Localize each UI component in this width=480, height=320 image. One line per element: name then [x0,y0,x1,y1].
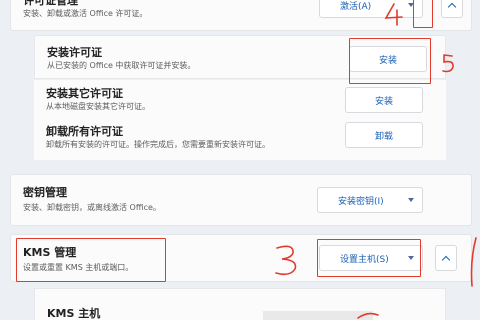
set-host-dropdown[interactable]: 设置主机(S) [319,245,423,271]
kms-host-card: KMS 主机 [34,288,446,320]
chevron-up-icon [447,2,457,11]
uninstall-all-license-card: 卸载所有许可证 卸载所有安装的许可证。操作完成后，您需要重新安装许可证。 卸载 [34,118,446,160]
section-title: 许可证管理 [23,0,78,7]
activate-dropdown-label: 激活(A) [340,1,372,12]
key-management-section: 密钥管理 安装、卸载密钥，或离线激活 Office。 安装密钥(I) [10,174,472,226]
activate-dropdown[interactable]: 激活(A) [319,0,423,18]
chevron-down-icon [408,198,414,202]
key-management-title: 密钥管理 [23,186,67,199]
install-other-license-card: 安装其它许可证 从本地磁盘安装其它许可证。 安装 [34,80,446,118]
collapse-button[interactable] [441,0,463,18]
install-license-button[interactable]: 安装 [349,46,427,72]
kms-collapse-button[interactable] [435,245,457,271]
uninstall-all-license-description: 卸载所有安装的许可证。操作完成后，您需要重新安装许可证。 [46,140,270,149]
install-key-dropdown[interactable]: 安装密钥(I) [317,187,423,213]
kms-management-title: KMS 管理 [23,246,77,259]
kms-management-description: 设置或重置 KMS 主机或端口。 [23,263,134,272]
handwritten-mark-4 [384,3,403,26]
handwritten-mark-5 [442,54,454,73]
handwritten-mark-bottom [357,312,379,319]
handwritten-mark-3 [275,245,297,276]
install-key-dropdown-label: 安装密钥(I) [338,196,384,207]
install-license-title: 安装许可证 [47,46,102,59]
install-license-button-label: 安装 [378,55,397,66]
uninstall-all-license-button[interactable]: 卸载 [345,122,423,148]
chevron-up-icon [441,255,451,264]
install-other-license-button[interactable]: 安装 [345,87,423,113]
uninstall-all-license-title: 卸载所有许可证 [46,125,123,138]
chevron-down-icon [408,3,414,7]
key-management-description: 安装、卸载密钥，或离线激活 Office。 [23,203,161,212]
section-description: 安装、卸载或激活 Office 许可证。 [23,9,148,18]
install-license-card: 安装许可证 从已安装的 Office 中获取许可证并安装。 安装 [34,35,446,79]
kms-management-section: KMS 管理 设置或重置 KMS 主机或端口。 设置主机(S) [10,234,472,282]
install-other-license-description: 从本地磁盘安装其它许可证。 [46,102,150,111]
install-license-description: 从已安装的 Office 中获取许可证并安装。 [47,61,196,70]
uninstall-all-license-button-label: 卸载 [374,131,393,142]
install-other-license-title: 安装其它许可证 [46,87,123,100]
handwritten-mark-stroke [470,237,477,287]
set-host-dropdown-label: 设置主机(S) [340,254,389,265]
chevron-down-icon [408,256,414,260]
kms-host-title: KMS 主机 [47,307,101,320]
install-other-license-button-label: 安装 [374,96,393,107]
